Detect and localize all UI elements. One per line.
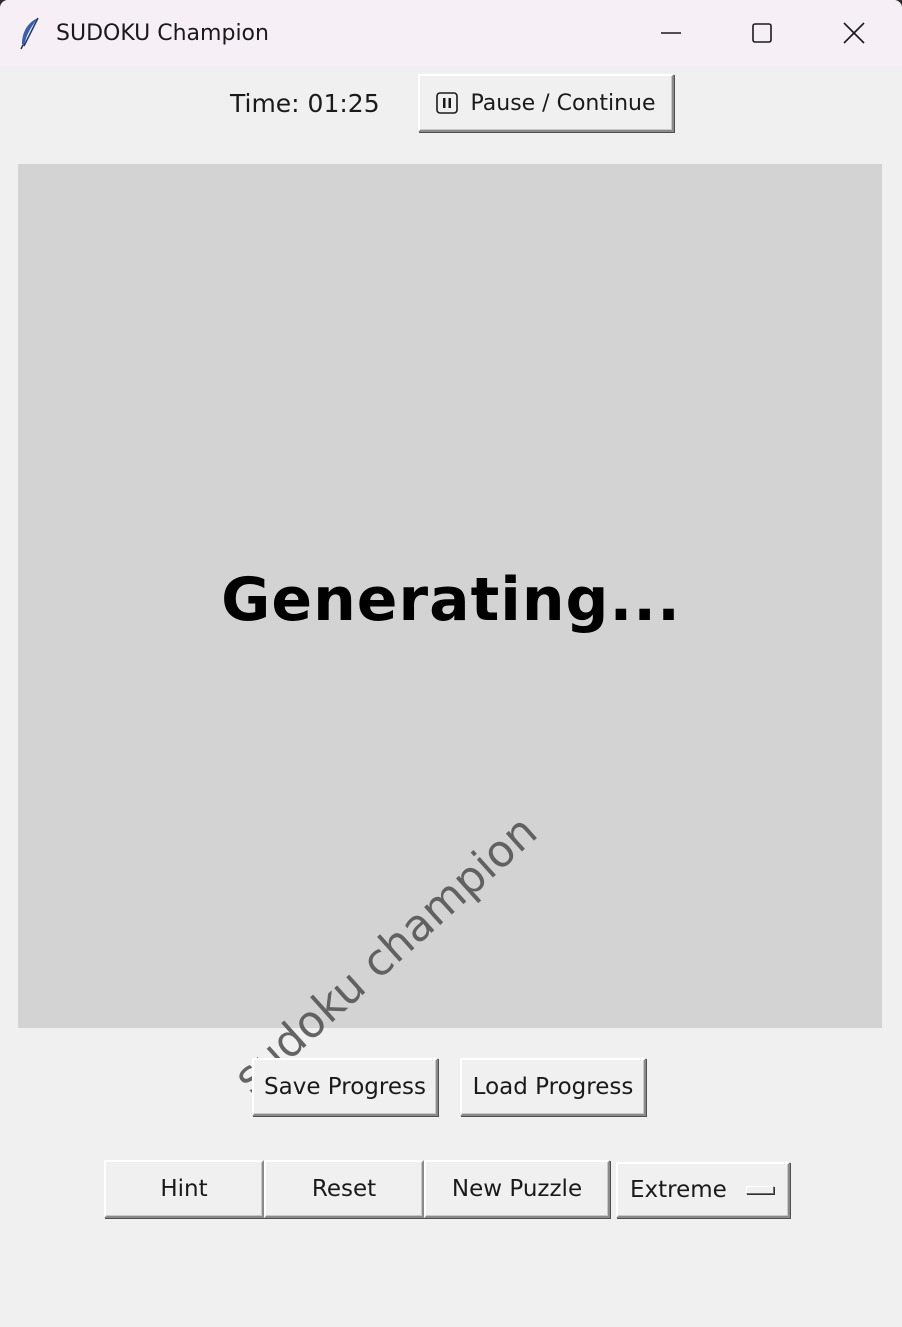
reset-button[interactable]: Reset: [264, 1160, 424, 1218]
difficulty-select[interactable]: Extreme: [616, 1162, 790, 1218]
new-puzzle-button[interactable]: New Puzzle: [424, 1160, 610, 1218]
generating-status: Generating...: [221, 565, 681, 635]
pause-continue-label: Pause / Continue: [470, 90, 656, 116]
load-progress-button[interactable]: Load Progress: [460, 1058, 646, 1116]
dropdown-indicator-icon: [746, 1186, 774, 1194]
pause-icon: [436, 92, 459, 114]
close-button[interactable]: [808, 0, 900, 66]
window-title: SUDOKU Champion: [56, 21, 269, 46]
title-bar[interactable]: SUDOKU Champion: [0, 0, 902, 66]
pause-continue-button[interactable]: Pause / Continue: [418, 74, 674, 132]
difficulty-value: Extreme: [630, 1177, 727, 1203]
feather-icon: [20, 17, 39, 50]
maximize-button[interactable]: [716, 0, 808, 66]
close-icon: [843, 22, 865, 44]
hint-button[interactable]: Hint: [104, 1160, 264, 1218]
save-progress-button[interactable]: Save Progress: [252, 1058, 438, 1116]
minimize-button[interactable]: [625, 0, 717, 66]
app-window: SUDOKU Champion Time: 01:25 Pause / Cont…: [0, 0, 902, 1327]
timer-label: Time: 01:25: [230, 89, 380, 118]
maximize-icon: [752, 23, 772, 43]
minimize-icon: [661, 32, 681, 34]
